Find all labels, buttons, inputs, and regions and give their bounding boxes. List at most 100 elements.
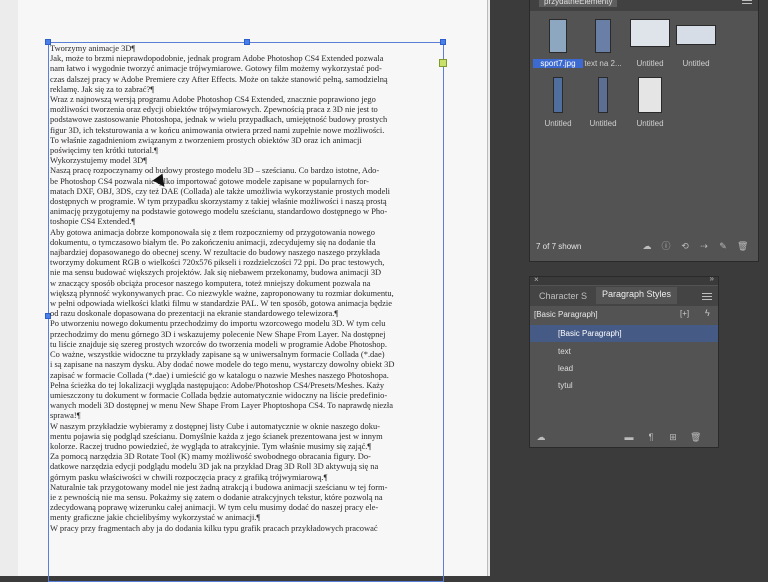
new-style-group-icon[interactable]: [+] <box>680 309 689 318</box>
text-line[interactable]: nie ma sensu budować większych projektów… <box>50 267 444 277</box>
text-line[interactable]: od razu doskonale dopasowana do prezenta… <box>50 308 444 318</box>
document-canvas[interactable]: Tworzymy animacje 3D¶ Jak, może to brzmi … <box>0 0 490 582</box>
thumbnail-image <box>638 77 662 113</box>
text-line[interactable]: To właśnie zagadnieniom związanym z twor… <box>50 135 444 145</box>
text-line[interactable]: większą płynność wykonywanych prac. Co n… <box>50 288 444 298</box>
link-item-label: Untitled <box>636 119 664 128</box>
panel-menu-icon[interactable] <box>742 0 752 5</box>
close-icon[interactable]: × <box>534 275 539 284</box>
text-line[interactable]: możliwości tworzenia oraz edycji obiektó… <box>50 104 444 114</box>
text-line[interactable]: kolorze. Raczej trudno powiedzieć, że wy… <box>50 441 444 451</box>
text-line[interactable]: zdecydowaną poprawę wizerunku całej anim… <box>50 502 444 512</box>
links-panel: przydatneElementy sport7.jpg text na 2..… <box>529 0 759 262</box>
thumbnail-image <box>630 19 670 47</box>
body-text[interactable]: Tworzymy animacje 3D¶ Jak, może to brzmi … <box>50 43 444 533</box>
trash-icon[interactable]: 🗑 <box>737 241 748 251</box>
link-item[interactable]: Untitled <box>625 19 675 68</box>
cloud-icon[interactable]: ☁ <box>642 241 652 251</box>
folder-icon[interactable]: ▬ <box>624 432 634 442</box>
new-style-icon[interactable]: ⊞ <box>668 432 678 442</box>
text-line[interactable]: matach DXF, OBJ, 3DS, czy też DAE (Colla… <box>50 186 444 196</box>
relink-icon[interactable]: ⟲ <box>680 241 690 251</box>
thumbnail-image <box>549 19 567 53</box>
links-thumbnails: sport7.jpg text na 2... Untitled Untitle… <box>530 11 758 236</box>
text-line[interactable]: nam łatwo i wygodnie tworzyć animacje tr… <box>50 63 444 73</box>
text-line[interactable]: toshopie CS4 Extended.¶ <box>50 216 444 226</box>
lightning-icon[interactable]: ϟ <box>705 308 710 318</box>
thumbnail-image <box>553 77 563 113</box>
text-line[interactable]: dostępnych w programie. W tym przypadku … <box>50 196 444 206</box>
links-panel-tab[interactable]: przydatneElementy <box>539 0 618 7</box>
style-item[interactable]: text <box>530 343 718 360</box>
goto-link-icon[interactable]: ⇢ <box>699 241 709 251</box>
text-line[interactable]: mentu pojawia się podgląd sześcianu. Dom… <box>50 431 444 441</box>
text-line[interactable]: Jak, może to brzmi nieprawdopodobnie, je… <box>50 53 444 63</box>
text-line[interactable]: animację przygotujemy na podstawie gotow… <box>50 206 444 216</box>
text-line[interactable]: datkowe narzędzia edycji podglądu modelu… <box>50 461 444 471</box>
edit-original-icon[interactable]: ✎ <box>718 241 728 251</box>
links-panel-toolbar: ☁ ⓘ ⟲ ⇢ ✎ 🗑 <box>642 241 749 251</box>
text-line[interactable]: zapisać w formacie Collada (*.dae) i umi… <box>50 370 444 380</box>
text-line[interactable]: Wraz z najnowszą wersją programu Adobe P… <box>50 94 444 104</box>
text-line[interactable]: w znaczący sposób obciąża procesor nasze… <box>50 278 444 288</box>
text-line[interactable]: poświęcimy ten krótki tutorial.¶ <box>50 145 444 155</box>
text-line[interactable]: reklamę. Jak się za to zabrać?¶ <box>50 84 444 94</box>
text-line[interactable]: dokumentu, o tymczasowo białym tle. Po z… <box>50 237 444 247</box>
text-line[interactable]: podstawowe zastosowanie Photoshopa, jedn… <box>50 114 444 124</box>
text-line[interactable]: przechodzimy do menu górnego 3D i wskazu… <box>50 329 444 339</box>
trash-icon[interactable]: 🗑 <box>690 432 701 442</box>
link-item-label: sport7.jpg <box>533 59 583 68</box>
style-item[interactable]: lead <box>530 360 718 377</box>
cloud-icon[interactable]: ☁ <box>536 432 546 442</box>
link-item-label: Untitled <box>544 119 572 128</box>
link-item[interactable]: Untitled <box>671 19 721 68</box>
tab-character-styles[interactable]: Character S <box>539 289 587 303</box>
text-line[interactable]: najbardziej dopasowanego do obecnej scen… <box>50 247 444 257</box>
text-line[interactable]: tworzymy dokument RGB o wielkości 720x57… <box>50 257 444 267</box>
text-line[interactable]: Wykorzystujemy model 3D¶ <box>50 155 444 165</box>
text-line[interactable]: ie z pewnością nie ma sensu. Pokażmy się… <box>50 492 444 502</box>
info-icon[interactable]: ⓘ <box>661 241 671 251</box>
text-line[interactable]: W naszym przykładzie wybieramy z dostępn… <box>50 421 444 431</box>
current-style-label: [Basic Paragraph] <box>534 310 598 319</box>
thumbnail-image <box>598 77 608 113</box>
text-line[interactable]: figur 3D, ich teksturowania a w końcu an… <box>50 125 444 135</box>
link-item[interactable]: Untitled <box>533 77 583 128</box>
text-line[interactable]: wanych modeli 3D dostępnej w menu New Sh… <box>50 400 444 410</box>
link-item[interactable]: text na 2... <box>578 19 628 68</box>
paragraph-styles-panel: × » Character S Paragraph Styles [Basic … <box>529 274 719 448</box>
text-line[interactable]: Naszą pracę rozpoczynamy od budowy prost… <box>50 165 444 175</box>
text-line[interactable]: umieszczony tu dokument w formacie Colla… <box>50 390 444 400</box>
text-line[interactable]: be Photoshop CS4 pozwala nie tylko impor… <box>50 176 444 186</box>
link-item[interactable]: Untitled <box>578 77 628 128</box>
text-line[interactable]: Naturalnie tak przygotowany model nie je… <box>50 482 444 492</box>
text-line[interactable]: Pełna ścieżka do tej lokalizacji wygląda… <box>50 380 444 390</box>
thumbnail-image <box>595 19 611 53</box>
link-item-label: text na 2... <box>584 59 622 68</box>
tab-paragraph-styles[interactable]: Paragraph Styles <box>596 287 678 304</box>
link-item-label: Untitled <box>682 59 710 68</box>
link-item[interactable]: sport7.jpg <box>533 19 583 68</box>
text-line[interactable]: menty graficzne jakie chcielibyśmy wykor… <box>50 512 444 522</box>
text-line[interactable]: Aby gotowa animacja dobrze komponowała s… <box>50 227 444 237</box>
panel-menu-icon[interactable] <box>702 293 712 301</box>
thumbnail-image <box>676 25 716 45</box>
text-line[interactable]: i są zapisane na naszym dysku. Aby dodać… <box>50 359 444 369</box>
collapse-icon[interactable]: » <box>710 274 714 283</box>
text-line[interactable]: Za pomocą narzędzia 3D Rotate Tool (K) m… <box>50 451 444 461</box>
text-line[interactable]: W pracy przy fragmentach aby ja do dodan… <box>50 523 444 533</box>
text-line[interactable]: sprawa!¶ <box>50 410 444 420</box>
clear-overrides-icon[interactable]: ¶ <box>646 432 656 442</box>
text-line[interactable]: Co ważne, wszystkie widoczne tu przykład… <box>50 349 444 359</box>
style-item[interactable]: [Basic Paragraph] <box>530 325 718 342</box>
text-line[interactable]: górnym pasku właściwości w chwili rozpoc… <box>50 472 444 482</box>
styles-panel-toolbar: ☁ ▬ ¶ ⊞ 🗑 <box>530 427 718 447</box>
workspace-gap <box>490 0 528 576</box>
text-line[interactable]: w pełni odpowiada wielkości klatki filmu… <box>50 298 444 308</box>
link-item[interactable]: Untitled <box>625 77 675 128</box>
style-item[interactable]: tytul <box>530 377 718 394</box>
text-line[interactable]: Tworzymy animacje 3D¶ <box>50 43 444 53</box>
text-line[interactable]: tu liście znajduje się szereg prostych w… <box>50 339 444 349</box>
text-line[interactable]: czas dalszej pracy w Adobe Premiere czy … <box>50 74 444 84</box>
text-line[interactable]: Po utworzeniu nowego dokumentu przechodz… <box>50 318 444 328</box>
